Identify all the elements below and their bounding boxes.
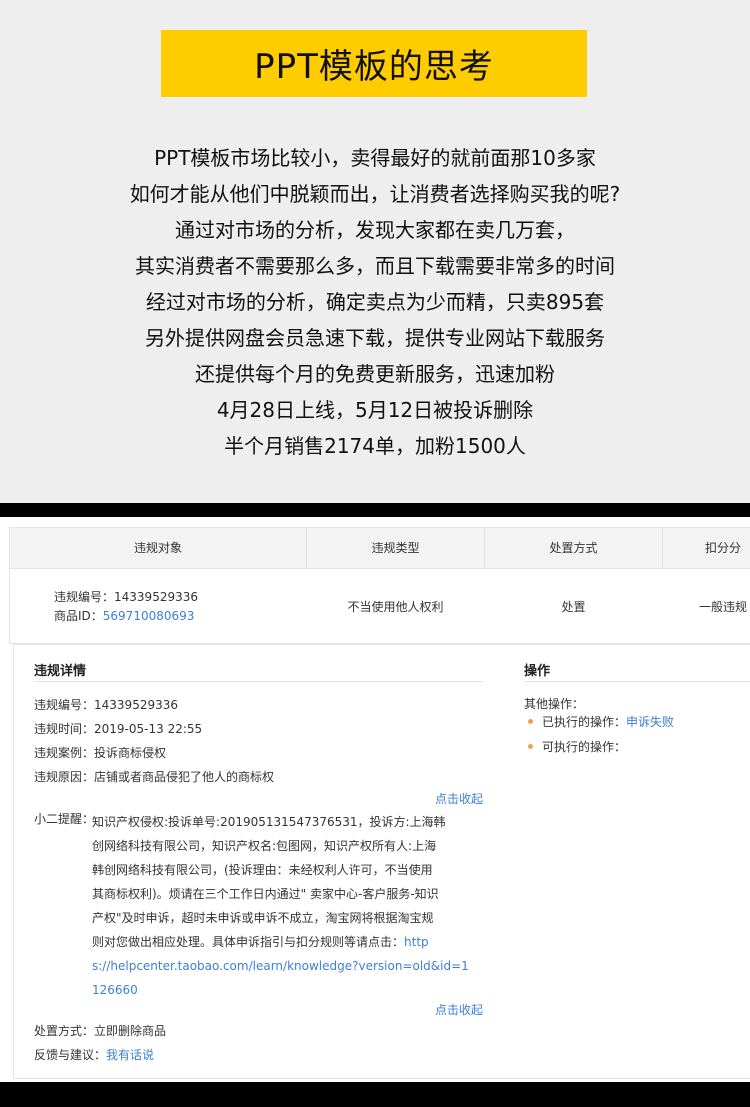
table-header: 违规对象 违规类型 处置方式 扣分分 [10, 528, 750, 569]
score-type: 一般违规 [698, 600, 747, 614]
story-line: 还提供每个月的免费更新服务，迅速加粉 [195, 362, 555, 386]
tip-line: 知识产权侵权:投诉单号:201905131547376531，投诉方:上海韩 [92, 815, 446, 829]
bullet-icon [528, 719, 533, 724]
story-text: PPT模板市场比较小，卖得最好的就前面那10多家 如何才能从他们中脱颖而出，让消… [0, 140, 750, 464]
violation-no-label: 违规编号： [54, 590, 115, 604]
story-line: 4月28日上线，5月12日被投诉删除 [216, 398, 534, 422]
violation-screenshot: 违规对象 违规类型 处置方式 扣分分 违规编号：14339529336 商品ID… [0, 517, 750, 1082]
field-violation-time: 违规时间：2019-05-13 22:55 [34, 722, 203, 736]
detail-title: 违规详情 [34, 664, 87, 679]
story-line: 经过对市场的分析，确定卖点为少而精，只卖895套 [145, 290, 605, 314]
violation-type: 不当使用他人权利 [347, 600, 444, 614]
collapse-link[interactable]: 点击收起 [435, 790, 483, 807]
ops-other-label: 其他操作： [524, 697, 585, 711]
story-line: 半个月销售2174单，加粉1500人 [224, 434, 526, 458]
bottom-bar [0, 1082, 750, 1107]
story-line: 通过对市场的分析，发现大家都在卖几万套， [175, 218, 575, 242]
disposal-action: 处置 [561, 600, 586, 614]
story-line: 如何才能从他们中脱颖而出，让消费者选择购买我的呢? [129, 182, 621, 206]
appeal-failed-link[interactable]: 申诉失败 [626, 715, 674, 729]
help-link-start[interactable]: http [404, 935, 429, 949]
item-id-link[interactable]: 569710080693 [103, 609, 195, 623]
field-violation-case: 违规案例：投诉商标侵权 [34, 746, 167, 760]
tip-line: 其商标权利)。烦请在三个工作日内通过" 卖家中心-客户服务-知识 [92, 887, 439, 901]
ops-executed: 已执行的操作：申诉失败 [528, 713, 674, 730]
table-row-target: 违规编号：14339529336 商品ID：569710080693 [54, 588, 198, 626]
field-violation-no: 违规编号：14339529336 [34, 698, 178, 712]
tip-line: 产权"及时申诉，超时未申诉或申诉不成立，淘宝网将根据淘宝规 [92, 911, 434, 925]
ops-title-divider [524, 681, 750, 682]
col-header-action: 处置方式 [485, 528, 663, 568]
divider-bar [0, 503, 750, 517]
tip-line: 则对您做出相应处理。具体申诉指引与扣分规则等请点击：http [92, 935, 429, 949]
collapse-link-2[interactable]: 点击收起 [435, 1001, 483, 1018]
detail-title-divider [34, 681, 483, 682]
tip-content: 知识产权侵权:投诉单号:201905131547376531，投诉方:上海韩 创… [92, 810, 469, 1002]
page-title: PPT模板的思考 [161, 30, 587, 97]
help-link[interactable]: 126660 [92, 978, 452, 1002]
ops-title: 操作 [524, 664, 551, 679]
story-panel: PPT模板的思考 PPT模板市场比较小，卖得最好的就前面那10多家 如何才能从他… [0, 0, 750, 503]
bullet-icon [528, 744, 533, 749]
story-line: PPT模板市场比较小，卖得最好的就前面那10多家 [154, 146, 596, 170]
tip-line: 创网络科技有限公司，知识产权名:包图网，知识产权所有人:上海 [92, 839, 437, 853]
feedback-link[interactable]: 我有话说 [106, 1048, 154, 1062]
story-line: 另外提供网盘会员急速下载，提供专业网站下载服务 [145, 326, 605, 350]
field-feedback: 反馈与建议：我有话说 [34, 1048, 155, 1062]
item-id-label: 商品ID： [54, 609, 103, 623]
violation-no: 14339529336 [114, 590, 198, 604]
col-header-target: 违规对象 [10, 528, 307, 568]
violation-table: 违规对象 违规类型 处置方式 扣分分 违规编号：14339529336 商品ID… [9, 527, 750, 644]
field-violation-reason: 违规原因：店铺或者商品侵犯了他人的商标权 [34, 770, 275, 784]
field-disposal: 处置方式：立即删除商品 [34, 1024, 167, 1038]
ops-available: 可执行的操作： [528, 738, 626, 755]
col-header-score: 扣分分 [704, 541, 741, 555]
tip-line: 韩创网络科技有限公司，(投诉理由：未经权利人许可，不当使用 [92, 863, 433, 877]
col-header-type: 违规类型 [307, 528, 485, 568]
tip-label: 小二提醒： [34, 812, 95, 826]
violation-detail-panel: 违规详情 违规编号：14339529336 违规时间：2019-05-13 22… [13, 644, 750, 1079]
help-link[interactable]: s://helpcenter.taobao.com/learn/knowledg… [92, 954, 469, 978]
story-line: 其实消费者不需要那么多，而且下载需要非常多的时间 [135, 254, 615, 278]
